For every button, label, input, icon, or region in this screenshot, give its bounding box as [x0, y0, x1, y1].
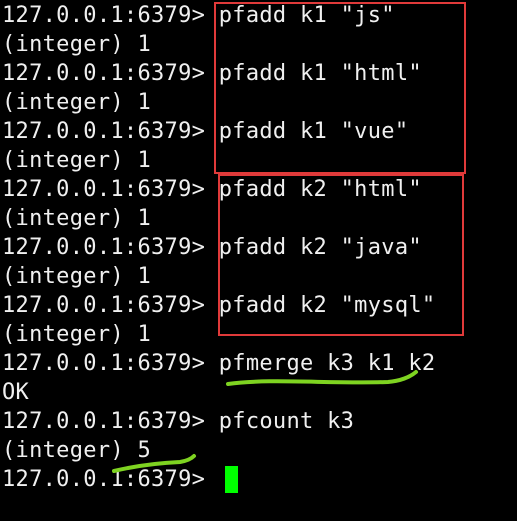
prompt: 127.0.0.1:6379> — [2, 235, 219, 260]
terminal-output: (integer) 1 — [2, 322, 151, 347]
prompt: 127.0.0.1:6379> — [2, 177, 219, 202]
prompt: 127.0.0.1:6379> — [2, 61, 219, 86]
prompt: 127.0.0.1:6379> — [2, 351, 219, 376]
prompt: 127.0.0.1:6379> — [2, 119, 219, 144]
highlight-box-k1 — [214, 2, 466, 174]
terminal-output: (integer) 1 — [2, 32, 151, 57]
terminal-line: 127.0.0.1:6379> pfmerge k3 k1 k2 — [2, 349, 435, 378]
prompt: 127.0.0.1:6379> — [2, 467, 219, 492]
terminal-output: (integer) 1 — [2, 148, 151, 173]
prompt: 127.0.0.1:6379> — [2, 3, 219, 28]
terminal-line: 127.0.0.1:6379> — [2, 465, 219, 494]
command: pfmerge k3 k1 k2 — [218, 351, 436, 376]
terminal-output: (integer) 5 — [2, 438, 151, 463]
prompt: 127.0.0.1:6379> — [2, 409, 219, 434]
prompt: 127.0.0.1:6379> — [2, 293, 219, 318]
command: pfcount k3 — [218, 409, 355, 434]
highlight-box-k2 — [218, 174, 464, 336]
terminal-output: (integer) 1 — [2, 206, 151, 231]
terminal-line: 127.0.0.1:6379> pfcount k3 — [2, 407, 354, 436]
terminal-cursor — [225, 466, 238, 493]
terminal-output: (integer) 1 — [2, 264, 151, 289]
terminal-output: (integer) 1 — [2, 90, 151, 115]
terminal-window[interactable]: 127.0.0.1:6379> pfadd k1 "js" (integer) … — [0, 0, 517, 521]
terminal-output: OK — [2, 380, 30, 405]
